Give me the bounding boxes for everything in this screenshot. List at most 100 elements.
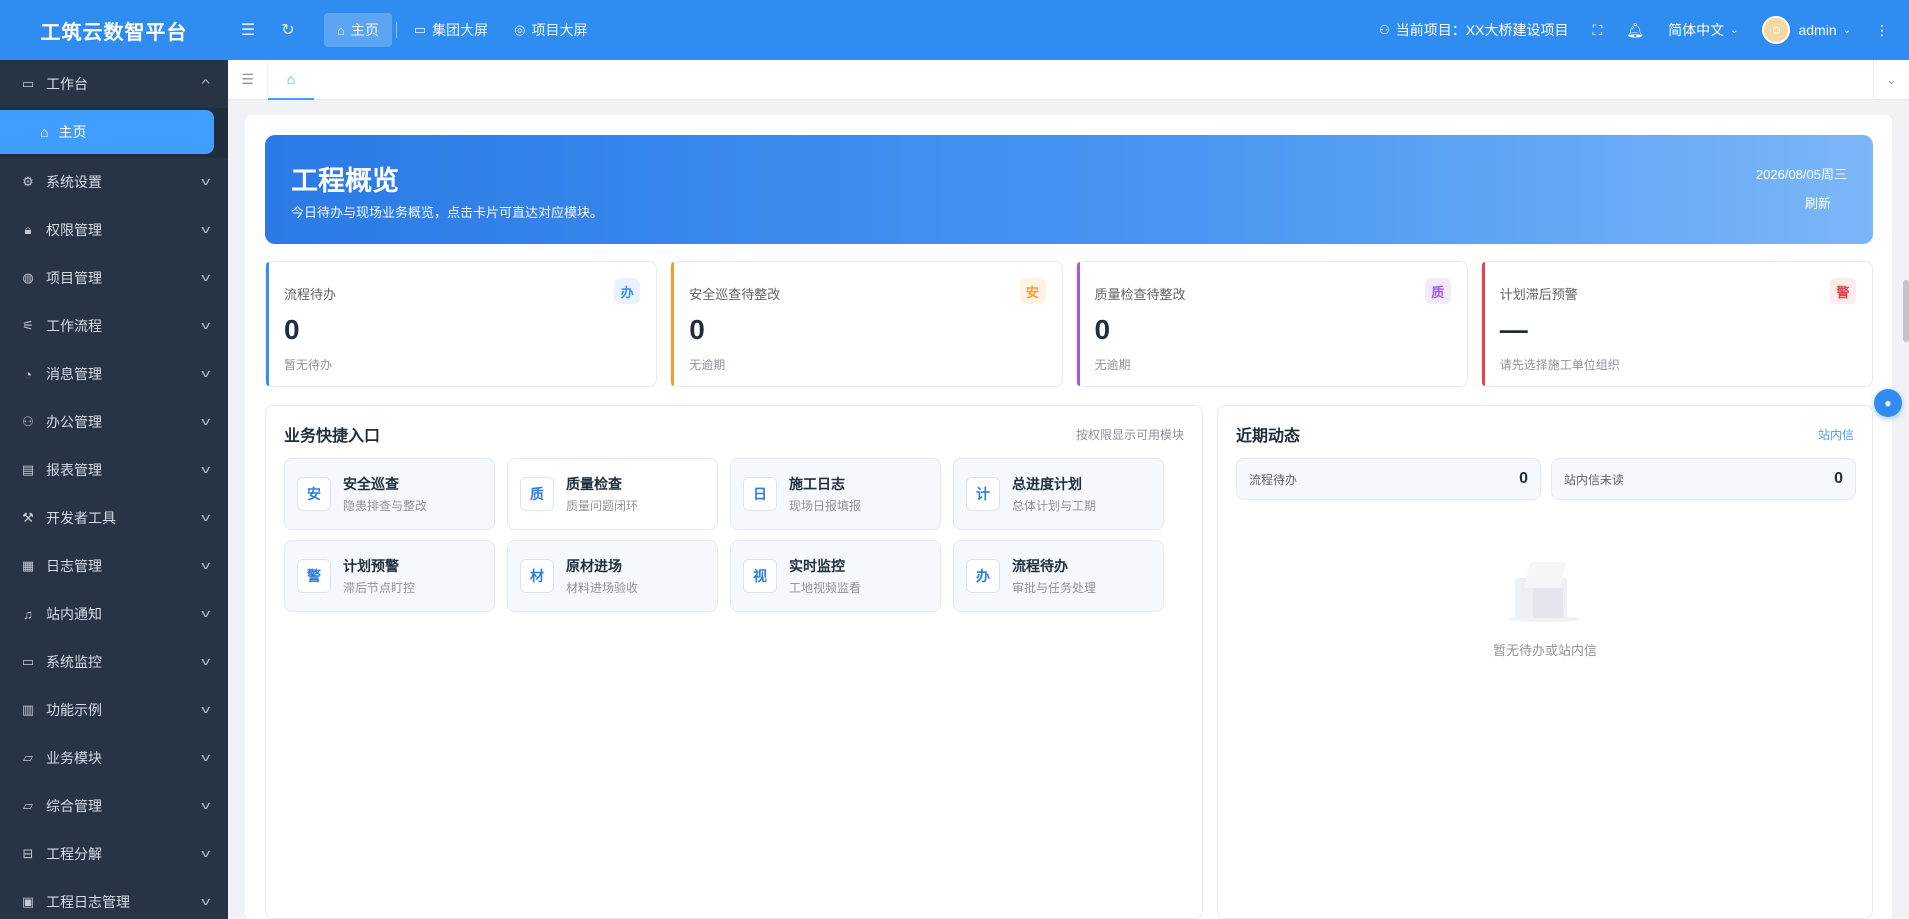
quick-card-master-schedule[interactable]: 计 总进度计划 总体计划与工期	[953, 458, 1164, 530]
overview-banner: 工程概览 今日待办与现场业务概览，点击卡片可直达对应模块。 2026/08/05…	[265, 135, 1873, 244]
user-icon: ⚇	[22, 414, 34, 429]
chevron-down-icon: v	[200, 608, 210, 620]
sidebar-item-business[interactable]: ▱ 业务模块 v	[0, 734, 228, 782]
tags-collapse-icon[interactable]: ☰	[228, 59, 268, 100]
quick-entry-grid: 安 安全巡查 隐患排查与整改 质 质量检查 质量问题闭环 日 施工日志 现场日报填报 …	[284, 458, 1164, 612]
sidebar-item-workflow[interactable]: ⚟ 工作流程 v	[0, 302, 228, 350]
stat-value: —	[1499, 314, 1528, 345]
quick-card-desc: 隐患排查与整改	[343, 499, 428, 513]
quick-card-icon: 日	[743, 477, 777, 511]
sidebar-item-office[interactable]: ⚇ 办公管理 v	[0, 398, 228, 446]
recent-stat-unread[interactable]: 站内信未读 0	[1551, 458, 1856, 500]
stat-card-safety[interactable]: 安全巡查待整改 安 0 无逾期	[670, 261, 1063, 387]
more-vertical-icon[interactable]: ⋮	[1863, 0, 1901, 60]
tab-project-screen[interactable]: ◎ 项目大屏	[501, 13, 600, 47]
sidebar-item-system-settings[interactable]: ⚙ 系统设置 v	[0, 158, 228, 206]
home-icon: ⌂	[286, 70, 296, 87]
banner-subtitle: 今日待办与现场业务概览，点击卡片可直达对应模块。	[291, 205, 604, 220]
quick-card-process-todo[interactable]: 办 流程待办 审批与任务处理	[953, 540, 1164, 612]
stat-card-quality[interactable]: 质量检查待整改 质 0 无逾期	[1075, 261, 1468, 387]
quick-card-material-entry[interactable]: 材 原材进场 材料进场验收	[507, 540, 718, 612]
sidebar-item-breakdown[interactable]: ⊟ 工程分解 v	[0, 830, 228, 878]
menu-collapse-icon[interactable]: ☰	[228, 20, 268, 40]
folder-icon: ▱	[23, 798, 33, 813]
sidebar-item-notifications[interactable]: ♫ 站内通知 v	[0, 590, 228, 638]
quick-card-title: 安全巡查	[343, 476, 399, 492]
sidebar-item-label: 主页	[58, 124, 87, 140]
chevron-down-icon: v	[200, 800, 210, 812]
sidebar-item-project-logs[interactable]: ▣ 工程日志管理 v	[0, 878, 228, 919]
avatar: ☺	[1762, 16, 1791, 44]
sidebar-item-label: 综合管理	[46, 798, 102, 814]
quick-card-plan-warning[interactable]: 警 计划预警 滞后节点盯控	[284, 540, 495, 612]
tab-home[interactable]: ⌂ 主页	[324, 13, 392, 47]
grid-icon: ▥	[21, 702, 35, 717]
quick-card-quality-check[interactable]: 质 质量检查 质量问题闭环	[507, 458, 718, 530]
inbox-link[interactable]: 站内信	[1818, 426, 1854, 443]
language-select[interactable]: 简体中文 ⌄	[1656, 0, 1750, 60]
recent-activity-title: 近期动态	[1236, 428, 1301, 445]
sidebar-item-general[interactable]: ▱ 综合管理 v	[0, 782, 228, 830]
quick-card-desc: 审批与任务处理	[1012, 581, 1097, 595]
current-project[interactable]: ⚇ 当前项目：XX大桥建设项目	[1367, 0, 1580, 60]
stat-card-process[interactable]: 流程待办 办 0 暂无待办	[265, 261, 658, 387]
tool-icon: ⚒	[22, 510, 34, 525]
brand-title: 工筑云数智平台	[40, 21, 188, 44]
quick-card-title: 流程待办	[1012, 558, 1068, 574]
sidebar-item-label: 业务模块	[46, 750, 102, 766]
chevron-down-icon: v	[200, 320, 210, 332]
bell-icon[interactable]: 🔔︎	[1614, 0, 1656, 60]
monitor-icon: ▭	[21, 76, 35, 91]
chat-icon: ◔	[24, 366, 32, 382]
empty-box-icon	[1507, 556, 1583, 624]
refresh-button[interactable]: 刷新	[1805, 193, 1831, 212]
quick-card-icon: 警	[297, 559, 331, 593]
refresh-icon[interactable]: ↻	[268, 20, 308, 40]
stat-label: 流程待办	[284, 287, 337, 302]
quick-card-live-monitor[interactable]: 视 实时监控 工地视频监看	[730, 540, 941, 612]
stat-cards: 流程待办 办 0 暂无待办 安全巡查待整改 安 0 无逾期 质量检查待整改 质 …	[265, 261, 1873, 387]
chevron-down-icon: ⌄	[1730, 24, 1739, 36]
sidebar-item-messages[interactable]: ◔ 消息管理 v	[0, 350, 228, 398]
stat-note: 暂无待办	[284, 358, 333, 372]
language-label: 简体中文	[1668, 22, 1725, 38]
chat-float-icon[interactable]: ●	[1874, 389, 1902, 417]
chevron-down-icon: v	[200, 176, 210, 188]
quick-card-desc: 质量问题闭环	[566, 499, 639, 513]
tab-group-screen[interactable]: ▭ 集团大屏	[401, 13, 501, 47]
recent-activity-panel: 近期动态 站内信 流程待办 0 站内信未读 0 暂无待办或站内信	[1217, 405, 1873, 919]
recent-stat-value: 0	[1834, 470, 1843, 487]
sidebar-item-system-monitor[interactable]: ▭ 系统监控 v	[0, 638, 228, 686]
chevron-down-icon: v	[200, 416, 210, 428]
recent-stat-process[interactable]: 流程待办 0	[1236, 458, 1541, 500]
structure-icon: ⊟	[22, 846, 34, 861]
home-icon: ⌂	[337, 22, 345, 38]
banner-date: 2026/08/05周三	[1755, 167, 1847, 182]
sidebar-item-label: 报表管理	[46, 462, 102, 478]
quick-card-title: 实时监控	[789, 558, 845, 574]
monitor-icon: ▭	[21, 654, 35, 669]
quick-card-desc: 总体计划与工期	[1012, 499, 1097, 513]
sidebar-item-reports[interactable]: ▤ 报表管理 v	[0, 446, 228, 494]
sidebar-item-projects[interactable]: ◍ 项目管理 v	[0, 254, 228, 302]
chevron-down-icon: v	[200, 560, 210, 572]
stat-badge: 办	[614, 278, 641, 304]
fullscreen-icon[interactable]: ⛶	[1580, 0, 1614, 60]
tag-home[interactable]: ⌂	[268, 60, 314, 100]
sidebar-item-logs[interactable]: ▦ 日志管理 v	[0, 542, 228, 590]
quick-card-construction-log[interactable]: 日 施工日志 现场日报填报	[730, 458, 941, 530]
sidebar-item-examples[interactable]: ▥ 功能示例 v	[0, 686, 228, 734]
sidebar-item-permissions[interactable]: 🔒︎ 权限管理 v	[0, 206, 228, 254]
quick-card-safety-inspection[interactable]: 安 安全巡查 隐患排查与整改	[284, 458, 495, 530]
stat-badge: 安	[1019, 278, 1046, 304]
sidebar-item-workbench[interactable]: ▭ 工作台 ^	[0, 60, 228, 108]
home-icon: ⌂	[40, 124, 49, 140]
sidebar-item-dev-tools[interactable]: ⚒ 开发者工具 v	[0, 494, 228, 542]
chevron-down-icon[interactable]: ⌄	[1873, 59, 1909, 100]
gear-icon: ⚙	[22, 174, 34, 189]
stat-card-plan-warning[interactable]: 计划滞后预警 警 — 请先选择施工单位组织	[1480, 261, 1873, 387]
user-menu[interactable]: ☺ admin ⌄	[1750, 0, 1863, 60]
quick-entry-hint: 按权限显示可用模块	[1075, 428, 1184, 442]
scrollbar-thumb[interactable]	[1903, 280, 1909, 342]
sidebar-item-home[interactable]: ⌂ 主页	[0, 110, 214, 154]
